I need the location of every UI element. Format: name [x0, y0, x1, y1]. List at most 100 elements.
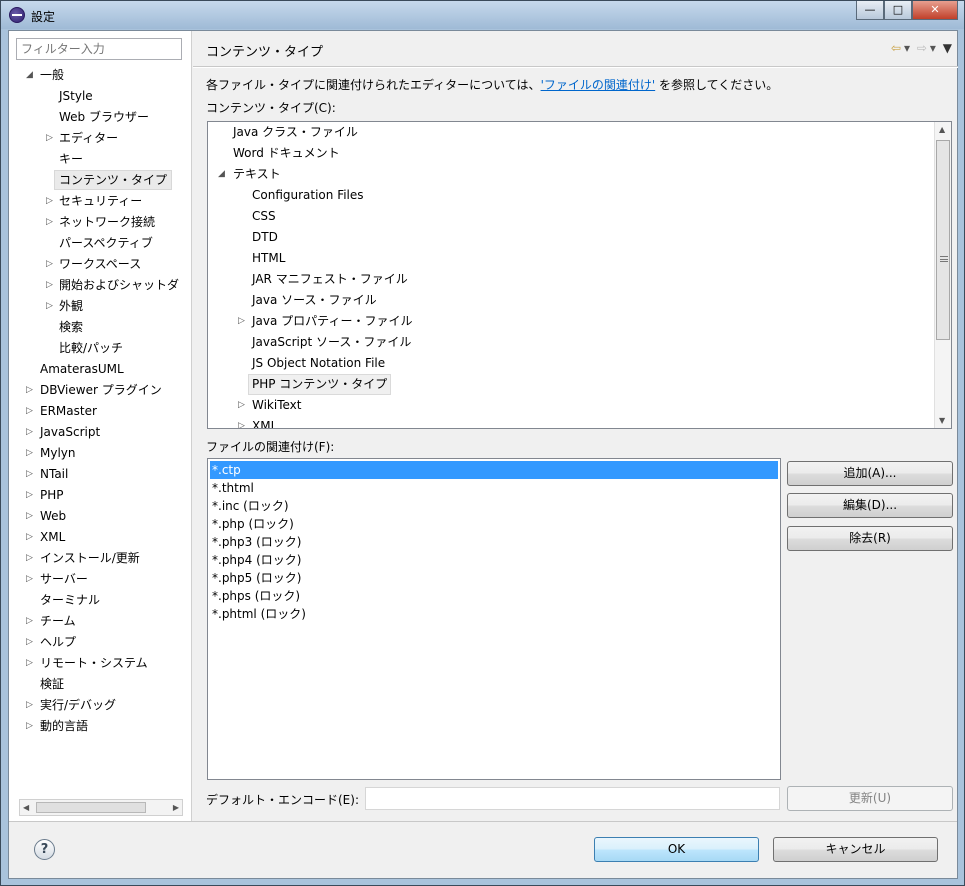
- file-association-item[interactable]: *.php3 (ロック): [210, 533, 778, 551]
- scroll-up-icon[interactable]: ▲: [939, 125, 945, 134]
- forward-dropdown-icon[interactable]: ▾: [930, 41, 936, 55]
- view-menu-icon[interactable]: ▼: [943, 41, 952, 55]
- nav-expand-icon[interactable]: ▷: [46, 275, 56, 295]
- tree-vertical-scrollbar[interactable]: ▲ ▼: [934, 122, 951, 428]
- filter-input[interactable]: [16, 38, 182, 60]
- back-arrow-icon[interactable]: ⇦: [891, 41, 901, 55]
- nav-item[interactable]: ヘルプ: [40, 632, 76, 652]
- nav-item[interactable]: 実行/デバッグ: [40, 695, 116, 715]
- nav-item[interactable]: ネットワーク接続: [59, 212, 155, 232]
- nav-item[interactable]: Web: [40, 506, 66, 526]
- tree-item[interactable]: テキスト: [233, 164, 281, 185]
- forward-arrow-icon[interactable]: ⇨: [917, 41, 927, 55]
- nav-expand-icon[interactable]: ▷: [26, 422, 36, 442]
- file-association-item[interactable]: *.php (ロック): [210, 515, 778, 533]
- default-encoding-field[interactable]: [365, 787, 780, 810]
- nav-expand-icon[interactable]: ▷: [26, 380, 36, 400]
- nav-item[interactable]: JStyle: [59, 86, 93, 106]
- content-type-tree[interactable]: Java クラス・ファイル Word ドキュメント ◢ テキスト Configurati…: [207, 121, 952, 429]
- file-associations-list[interactable]: *.ctp *.thtml *.inc (ロック) *.php (ロック) *.php3…: [207, 458, 781, 780]
- nav-expand-icon[interactable]: ▷: [26, 611, 36, 631]
- nav-expand-icon[interactable]: ▷: [26, 443, 36, 463]
- scroll-thumb[interactable]: [36, 802, 146, 813]
- nav-item[interactable]: JavaScript: [40, 422, 100, 442]
- tree-item[interactable]: Configuration Files: [252, 185, 364, 206]
- nav-item[interactable]: 検証: [40, 674, 64, 694]
- nav-item[interactable]: インストール/更新: [40, 548, 140, 568]
- nav-expand-icon[interactable]: ▷: [46, 296, 56, 316]
- nav-item[interactable]: ワークスペース: [59, 254, 141, 274]
- nav-item[interactable]: 開始およびシャットダ: [59, 275, 179, 295]
- nav-expand-icon[interactable]: ▷: [26, 632, 36, 652]
- tree-item[interactable]: PHP コンテンツ・タイプ: [248, 374, 392, 395]
- nav-item[interactable]: NTail: [40, 464, 68, 484]
- nav-item[interactable]: ターミナル: [40, 590, 100, 610]
- tree-item[interactable]: XML: [252, 416, 277, 428]
- nav-item[interactable]: DBViewer プラグイン: [40, 380, 162, 400]
- nav-expand-icon[interactable]: ▷: [26, 569, 36, 589]
- nav-item[interactable]: セキュリティー: [59, 191, 142, 211]
- nav-item[interactable]: リモート・システム: [40, 653, 148, 673]
- file-association-item[interactable]: *.inc (ロック): [210, 497, 778, 515]
- scroll-thumb[interactable]: [936, 140, 950, 340]
- file-associations-link[interactable]: 'ファイルの関連付け': [541, 78, 656, 92]
- minimize-button[interactable]: —: [856, 1, 884, 20]
- tree-item[interactable]: HTML: [252, 248, 285, 269]
- nav-item[interactable]: キー: [59, 149, 83, 169]
- file-association-item[interactable]: *.thtml: [210, 479, 778, 497]
- close-button[interactable]: ✕: [912, 1, 958, 20]
- tree-expand-icon[interactable]: ▷: [238, 311, 248, 331]
- file-association-item[interactable]: *.phps (ロック): [210, 587, 778, 605]
- tree-item[interactable]: Java クラス・ファイル: [233, 122, 358, 143]
- tree-item[interactable]: Word ドキュメント: [233, 143, 340, 164]
- nav-item[interactable]: サーバー: [40, 569, 88, 589]
- ok-button[interactable]: OK: [594, 837, 759, 862]
- scroll-left-icon[interactable]: ◀: [23, 800, 29, 815]
- nav-expand-icon[interactable]: ▷: [26, 548, 36, 568]
- tree-item[interactable]: JS Object Notation File: [252, 353, 385, 374]
- nav-expand-icon[interactable]: ◢: [26, 65, 36, 85]
- file-association-item[interactable]: *.phtml (ロック): [210, 605, 778, 623]
- nav-item[interactable]: ERMaster: [40, 401, 97, 421]
- scroll-down-icon[interactable]: ▼: [939, 416, 945, 425]
- nav-expand-icon[interactable]: ▷: [26, 695, 36, 715]
- edit-button[interactable]: 編集(D)...: [787, 493, 953, 518]
- nav-expand-icon[interactable]: ▷: [46, 191, 56, 211]
- nav-item[interactable]: 検索: [59, 317, 83, 337]
- nav-item[interactable]: エディター: [59, 128, 118, 148]
- nav-expand-icon[interactable]: ▷: [46, 128, 56, 148]
- nav-item[interactable]: 比較/パッチ: [59, 338, 123, 358]
- help-icon[interactable]: ?: [34, 839, 55, 860]
- back-dropdown-icon[interactable]: ▾: [904, 41, 910, 55]
- nav-item[interactable]: PHP: [40, 485, 64, 505]
- nav-item[interactable]: チーム: [40, 611, 76, 631]
- tree-item[interactable]: Java プロパティー・ファイル: [252, 311, 412, 332]
- tree-item[interactable]: CSS: [252, 206, 276, 227]
- tree-expand-icon[interactable]: ▷: [238, 395, 248, 415]
- nav-expand-icon[interactable]: ▷: [46, 212, 56, 232]
- nav-item[interactable]: コンテンツ・タイプ: [54, 170, 173, 190]
- nav-item[interactable]: 外観: [59, 296, 83, 316]
- file-association-item[interactable]: *.php5 (ロック): [210, 569, 778, 587]
- maximize-button[interactable]: □: [884, 1, 912, 20]
- add-button[interactable]: 追加(A)...: [787, 461, 953, 486]
- tree-expand-icon[interactable]: ▷: [238, 416, 248, 428]
- scroll-right-icon[interactable]: ▶: [173, 800, 179, 815]
- nav-item[interactable]: Mylyn: [40, 443, 76, 463]
- nav-expand-icon[interactable]: ▷: [26, 464, 36, 484]
- nav-item[interactable]: パースペクティブ: [59, 233, 153, 253]
- file-association-item[interactable]: *.php4 (ロック): [210, 551, 778, 569]
- nav-expand-icon[interactable]: ▷: [26, 716, 36, 736]
- tree-item[interactable]: JavaScript ソース・ファイル: [252, 332, 411, 353]
- nav-expand-icon[interactable]: ▷: [26, 506, 36, 526]
- nav-item[interactable]: 動的言語: [40, 716, 88, 736]
- nav-item[interactable]: Web ブラウザー: [59, 107, 149, 127]
- nav-item[interactable]: 一般: [40, 65, 64, 85]
- nav-expand-icon[interactable]: ▷: [46, 254, 56, 274]
- nav-item[interactable]: AmaterasUML: [40, 359, 124, 379]
- nav-expand-icon[interactable]: ▷: [26, 527, 36, 547]
- tree-item[interactable]: DTD: [252, 227, 278, 248]
- nav-expand-icon[interactable]: ▷: [26, 653, 36, 673]
- cancel-button[interactable]: キャンセル: [773, 837, 938, 862]
- tree-expand-icon[interactable]: ◢: [218, 164, 228, 184]
